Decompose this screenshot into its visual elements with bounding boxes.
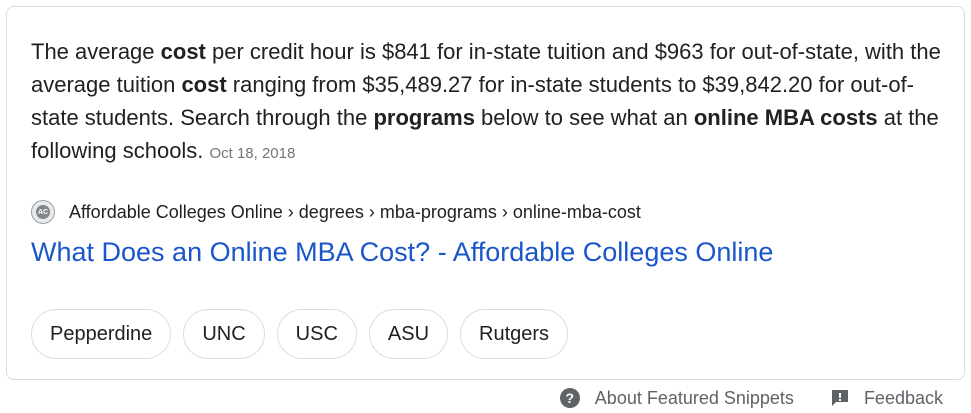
- chip-rutgers[interactable]: Rutgers: [460, 309, 569, 359]
- chip-asu[interactable]: ASU: [368, 309, 449, 359]
- snippet-bold-3: programs: [373, 105, 475, 130]
- source-line: AC Affordable Colleges Online › degrees …: [31, 199, 641, 225]
- feedback-link[interactable]: Feedback: [830, 388, 943, 409]
- chip-usc[interactable]: USC: [276, 309, 357, 359]
- snippet-bold-2: cost: [181, 72, 227, 97]
- result-title-link[interactable]: What Does an Online MBA Cost? - Affordab…: [31, 235, 773, 269]
- chip-pepperdine[interactable]: Pepperdine: [31, 309, 172, 359]
- snippet-bold-4: online MBA costs: [693, 105, 878, 130]
- about-featured-snippets-label: About Featured Snippets: [594, 387, 794, 408]
- favicon-text: AC: [36, 205, 50, 219]
- feedback-icon: [831, 390, 848, 406]
- snippet-text: The average cost per credit hour is $841…: [31, 35, 946, 170]
- snippet-footer: ? About Featured Snippets Feedback: [559, 386, 943, 410]
- snippet-text-1: The average: [31, 39, 161, 64]
- about-featured-snippets-link[interactable]: ? About Featured Snippets: [559, 387, 794, 409]
- featured-snippet-card: The average cost per credit hour is $841…: [6, 6, 965, 380]
- chip-unc[interactable]: UNC: [183, 309, 265, 359]
- affordable-colleges-favicon-icon: AC: [31, 200, 55, 224]
- snippet-date: Oct 18, 2018: [209, 145, 296, 162]
- snippet-bold-1: cost: [160, 39, 206, 64]
- related-chips: Pepperdine UNC USC ASU Rutgers: [31, 309, 569, 359]
- snippet-text-4: below to see what an: [474, 105, 694, 130]
- help-circle-icon: ?: [559, 388, 580, 408]
- feedback-label: Feedback: [863, 387, 943, 408]
- source-breadcrumb[interactable]: Affordable Colleges Online › degrees › m…: [69, 202, 641, 223]
